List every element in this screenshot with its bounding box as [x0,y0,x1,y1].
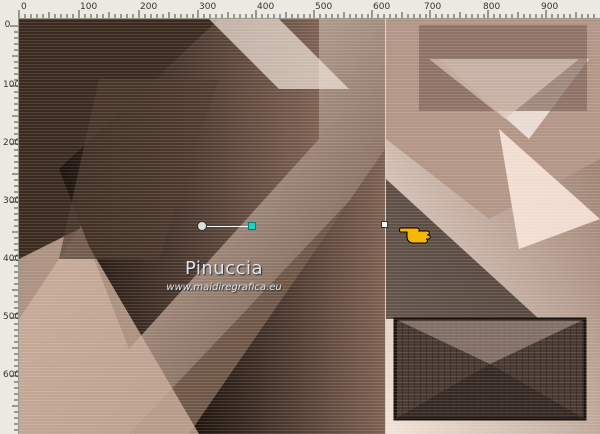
watermark-url: www.maidiregrafica.eu [166,282,282,293]
v-tick-600: 600 [3,370,19,380]
v-tick-100: 100 [3,80,19,90]
v-tick-200: 200 [3,138,19,148]
h-tick-800: 800 [483,2,501,12]
abstract-artwork [19,19,600,434]
v-tick-0: 0 [4,20,11,30]
rotation-pivot-icon[interactable] [197,221,207,231]
selection-handle-right[interactable] [381,221,388,228]
move-hand-cursor-icon [399,227,431,244]
v-tick-300: 300 [3,196,19,206]
h-tick-700: 700 [424,2,442,12]
image-canvas[interactable]: Pinuccia www.maidiregrafica.eu [19,19,600,434]
vertical-ruler[interactable]: 0 100 200 300 400 500 600 [0,18,19,434]
rotation-handle-icon[interactable] [248,222,256,230]
h-tick-300: 300 [199,2,217,12]
h-tick-0: 0 [21,2,27,12]
v-tick-500: 500 [3,312,19,322]
rotation-arm [205,226,250,227]
h-tick-200: 200 [140,2,158,12]
h-tick-900: 900 [541,2,559,12]
h-tick-100: 100 [80,2,98,12]
v-tick-400: 400 [3,254,19,264]
watermark-name: Pinuccia [184,258,264,279]
h-tick-500: 500 [315,2,333,12]
h-tick-400: 400 [257,2,275,12]
horizontal-ruler[interactable]: 0 100 200 300 400 500 600 700 800 900 [0,0,600,19]
h-tick-600: 600 [373,2,391,12]
watermark: Pinuccia www.maidiregrafica.eu [129,258,319,293]
